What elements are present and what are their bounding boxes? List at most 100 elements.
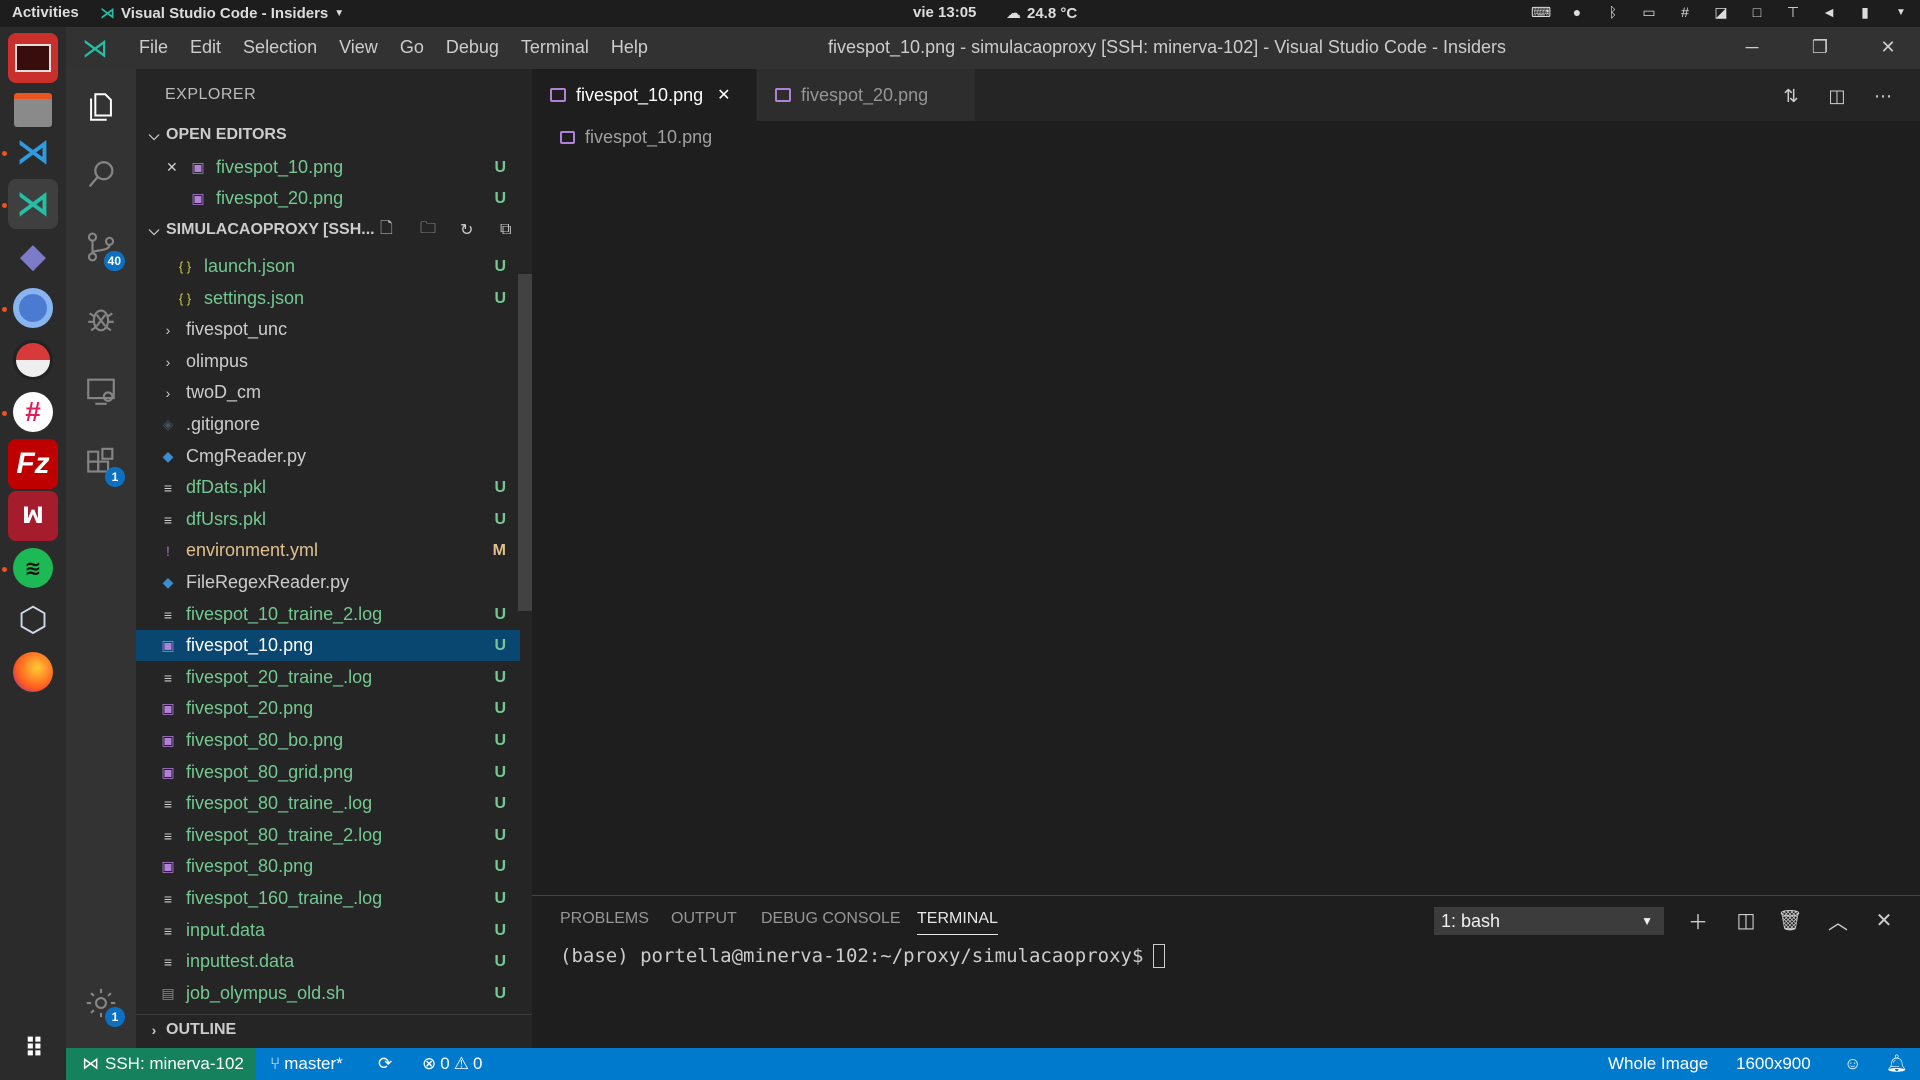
close-icon[interactable]: ✕ — [166, 159, 180, 176]
restore-button[interactable]: ❐ — [1808, 35, 1832, 59]
zoom-indicator[interactable]: Whole Image — [1608, 1054, 1708, 1074]
file-item[interactable]: ≡ input.data U — [136, 915, 520, 946]
feedback-button[interactable]: ☺ — [1844, 1054, 1861, 1074]
file-item[interactable]: { } settings.json U — [136, 283, 520, 314]
file-item[interactable]: ▣ fivespot_80_bo.png U — [136, 725, 520, 756]
file-item[interactable]: ≡ dfUsrs.pkl U — [136, 504, 520, 535]
dock-terminal-app[interactable] — [8, 33, 58, 83]
dock-gem-app[interactable]: ◆ — [8, 231, 58, 281]
volume-icon[interactable]: ◄ — [1820, 3, 1838, 21]
menu-file[interactable]: File — [128, 37, 179, 58]
display-icon[interactable]: ▭ — [1640, 3, 1658, 21]
dock-filezilla-app[interactable]: Fz — [8, 439, 58, 489]
activities-button[interactable]: Activities — [12, 4, 79, 21]
breadcrumb[interactable]: fivespot_10.png — [560, 124, 712, 150]
menu-go[interactable]: Go — [389, 37, 435, 58]
menu-terminal[interactable]: Terminal — [510, 37, 600, 58]
sidebar-scrollbar[interactable] — [518, 274, 532, 611]
app-menu[interactable]: ⋊ Visual Studio Code - Insiders ▼ — [100, 4, 344, 23]
search-button[interactable] — [79, 153, 123, 197]
file-item[interactable]: ◆ FileRegexReader.py — [136, 567, 520, 598]
slack-tray-icon[interactable]: # — [1676, 3, 1694, 21]
dock-chromium-app[interactable] — [8, 283, 58, 333]
tab-output[interactable]: OUTPUT — [671, 910, 737, 928]
file-item[interactable]: ▣ fivespot_80_grid.png U — [136, 757, 520, 788]
dock-slack-app[interactable]: # — [8, 387, 58, 437]
weather-indicator[interactable]: ☁ 24.8 °C — [1006, 4, 1077, 23]
new-folder-icon[interactable]: 🗀 — [420, 217, 436, 244]
notifications-button[interactable]: 🔔︎ — [1886, 1054, 1908, 1074]
file-item[interactable]: ! environment.yml M — [136, 535, 520, 566]
extensions-button[interactable]: 1 — [79, 441, 125, 487]
nvidia-icon[interactable]: ◪ — [1712, 3, 1730, 21]
split-editor-icon[interactable]: ◫ — [1824, 83, 1850, 109]
file-item[interactable]: ▤ job_olympus_old.sh U — [136, 978, 520, 1009]
file-item[interactable]: ≡ fivespot_80_traine_2.log U — [136, 820, 520, 851]
kill-terminal-button[interactable]: 🗑 — [1776, 906, 1804, 934]
dock-spotify-app[interactable]: ≋ — [8, 543, 58, 593]
open-editor-item[interactable]: ▣ fivespot_20.png U — [136, 183, 520, 214]
problems-indicator[interactable]: ⊗ 0 ⚠ 0 — [422, 1054, 482, 1074]
tab-debug-console[interactable]: DEBUG CONSOLE — [761, 910, 901, 928]
folder-header[interactable]: ⌵ SIMULACAOPROXY [SSH... 🗋 🗀 ↻ ⧉ — [136, 215, 532, 245]
file-item[interactable]: › twoD_cm — [136, 377, 520, 408]
new-terminal-button[interactable]: ＋ — [1684, 906, 1712, 934]
tab-fivespot-10[interactable]: fivespot_10.png ✕ — [532, 69, 756, 121]
dock-pokeball-app[interactable] — [8, 335, 58, 385]
file-item[interactable]: ◈ .gitignore — [136, 409, 520, 440]
source-control-button[interactable]: 40 — [79, 225, 125, 271]
microphone-icon[interactable]: ● — [1568, 3, 1586, 21]
close-panel-button[interactable]: ✕ — [1870, 906, 1898, 934]
settings-button[interactable]: 1 — [79, 981, 125, 1027]
show-applications-button[interactable]: ⠿ — [8, 1023, 58, 1073]
file-item[interactable]: ≡ fivespot_10_traine_2.log U — [136, 599, 520, 630]
terminal[interactable]: (base) portella@minerva-102:~/proxy/simu… — [560, 944, 1166, 968]
menu-edit[interactable]: Edit — [179, 37, 232, 58]
menu-debug[interactable]: Debug — [435, 37, 510, 58]
bluetooth-icon[interactable]: ᛒ — [1604, 3, 1622, 21]
split-terminal-button[interactable]: ◫ — [1732, 906, 1760, 934]
file-item[interactable]: ≡ dfDats.pkl U — [136, 472, 520, 503]
sync-button[interactable]: ⟳ — [378, 1054, 392, 1074]
dock-virtualbox-app[interactable]: ⬡ — [8, 595, 58, 645]
tab-terminal[interactable]: TERMINAL — [917, 910, 998, 935]
file-item[interactable]: ▣ fivespot_20.png U — [136, 693, 520, 724]
image-preview-area[interactable] — [532, 152, 1920, 894]
keyboard-icon[interactable]: ⌨ — [1531, 3, 1551, 21]
minimize-button[interactable]: ─ — [1740, 35, 1764, 59]
chevron-down-icon[interactable]: ▼ — [1892, 3, 1910, 21]
debug-button[interactable] — [79, 297, 123, 341]
close-icon[interactable]: ✕ — [717, 85, 730, 105]
dock-vscode-insiders-app[interactable]: ⋊ — [8, 179, 58, 229]
menu-selection[interactable]: Selection — [232, 37, 328, 58]
close-window-button[interactable]: ✕ — [1876, 35, 1900, 59]
file-item[interactable]: › fivespot_unc — [136, 314, 520, 345]
menu-view[interactable]: View — [328, 37, 389, 58]
file-item[interactable]: ≡ fivespot_20_traine_.log U — [136, 662, 520, 693]
file-item[interactable]: ≡ fivespot_160_traine_.log U — [136, 883, 520, 914]
remote-explorer-button[interactable] — [79, 369, 123, 413]
file-item[interactable]: ▣ fivespot_80.png U — [136, 851, 520, 882]
open-editors-header[interactable]: ⌵ OPEN EDITORS — [136, 120, 532, 150]
battery-icon[interactable]: ▮ — [1856, 3, 1874, 21]
terminal-select[interactable]: 1: bash ▼ — [1434, 907, 1664, 935]
git-branch[interactable]: ⑂ master* — [270, 1054, 343, 1074]
new-file-icon[interactable]: 🗋 — [380, 217, 393, 244]
compare-changes-icon[interactable]: ⇅ — [1778, 83, 1804, 109]
collapse-all-icon[interactable]: ⧉ — [500, 221, 511, 239]
more-actions-icon[interactable]: ⋯ — [1870, 83, 1896, 109]
open-editor-item[interactable]: ✕ ▣ fivespot_10.png U — [136, 152, 520, 183]
file-item[interactable]: ◆ CmgReader.py — [136, 441, 520, 472]
maximize-panel-button[interactable]: ︿ — [1824, 906, 1852, 934]
dock-vscode-app[interactable]: ⋊ — [8, 127, 58, 177]
remote-indicator[interactable]: ⋈ SSH: minerva-102 — [66, 1048, 256, 1080]
dock-firefox-app[interactable] — [8, 647, 58, 697]
tab-fivespot-20[interactable]: fivespot_20.png — [757, 69, 975, 121]
menu-help[interactable]: Help — [600, 37, 659, 58]
screen-icon[interactable]: □ — [1748, 3, 1766, 21]
explorer-button[interactable] — [79, 85, 123, 129]
file-item[interactable]: { } launch.json U — [136, 251, 520, 282]
file-item[interactable]: ≡ inputtest.data U — [136, 946, 520, 977]
file-item[interactable]: ≡ fivespot_80_traine_.log U — [136, 788, 520, 819]
tab-problems[interactable]: PROBLEMS — [560, 910, 649, 928]
